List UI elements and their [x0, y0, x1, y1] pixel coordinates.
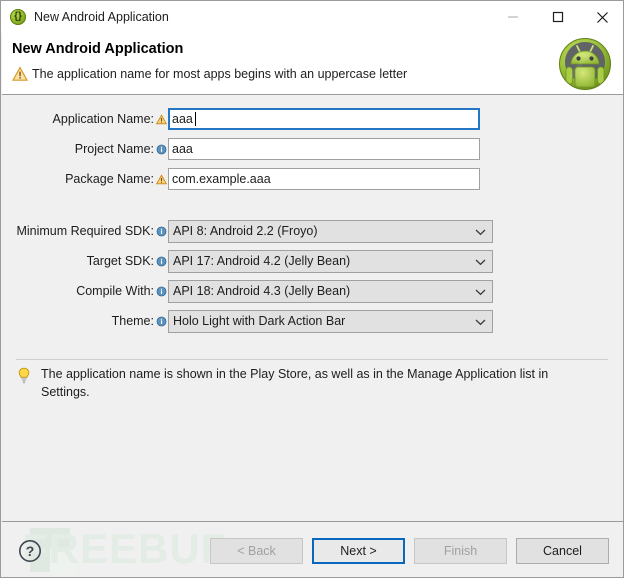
window-title: New Android Application	[34, 10, 169, 24]
next-button[interactable]: Next >	[312, 538, 405, 564]
chevron-down-icon	[475, 281, 486, 304]
watermark-shape-2	[50, 548, 76, 574]
close-button[interactable]	[580, 1, 623, 33]
compile-with-info-icon	[155, 283, 168, 299]
dialog-header: New Android Application The application …	[2, 33, 623, 95]
window-controls	[490, 1, 623, 33]
new-android-application-dialog: New Android Application New Android	[0, 0, 624, 578]
dialog-content: Application Name: Project Name:	[2, 95, 623, 521]
field-row-package-name: Package Name:	[2, 167, 623, 191]
package-name-warning-icon	[155, 171, 168, 187]
window-titlebar: New Android Application	[1, 1, 623, 33]
target-sdk-value: API 17: Android 4.2 (Jelly Bean)	[173, 254, 351, 268]
minimize-icon	[507, 16, 518, 18]
compile-with-dropdown[interactable]: API 18: Android 4.3 (Jelly Bean)	[168, 279, 493, 304]
compile-with-value: API 18: Android 4.3 (Jelly Bean)	[173, 284, 351, 298]
cancel-button[interactable]: Cancel	[516, 538, 609, 564]
field-row-project-name: Project Name:	[2, 137, 623, 161]
minimize-button[interactable]	[490, 1, 535, 33]
back-button[interactable]: < Back	[210, 538, 303, 564]
minimum-required-sdk-dropdown[interactable]: API 8: Android 2.2 (Froyo)	[168, 219, 493, 244]
label-application-name: Application Name:	[52, 112, 154, 126]
java-braces-icon	[10, 8, 26, 25]
question-mark-icon[interactable]: ?	[18, 539, 42, 563]
wizard-button-bar: < Back Next > Finish Cancel	[210, 538, 609, 564]
chevron-down-icon	[475, 221, 486, 244]
maximize-button[interactable]	[535, 1, 580, 33]
text-caret	[195, 112, 196, 126]
project-name-info-icon	[155, 141, 168, 157]
warning-triangle-icon	[12, 66, 28, 81]
label-package-name: Package Name:	[65, 172, 154, 186]
watermark-text: FREEBUF	[22, 525, 228, 572]
chevron-down-icon	[475, 251, 486, 274]
field-row-compile-with: Compile With: API 18: Android 4.3 (Jelly…	[2, 279, 623, 303]
target-sdk-info-icon	[155, 253, 168, 269]
minimum-required-sdk-value: API 8: Android 2.2 (Froyo)	[173, 224, 318, 238]
minimum-required-sdk-info-icon	[155, 223, 168, 239]
dialog-footer: FREEBUF ? < Back Next > Finish Cancel	[2, 521, 623, 577]
application-name-input-wrap	[168, 108, 480, 130]
field-row-minimum-required-sdk: Minimum Required SDK: API 8: Android 2.2…	[2, 219, 623, 243]
hint-separator	[16, 359, 608, 360]
finish-button[interactable]: Finish	[414, 538, 507, 564]
package-name-input[interactable]	[168, 168, 480, 190]
lightbulb-icon	[18, 367, 30, 384]
field-row-target-sdk: Target SDK: API 17: Android 4.2 (Jelly B…	[2, 249, 623, 273]
label-minimum-required-sdk: Minimum Required SDK:	[16, 224, 154, 238]
header-warning-message: The application name for most apps begin…	[32, 67, 408, 81]
application-name-input[interactable]	[168, 108, 480, 130]
theme-value: Holo Light with Dark Action Bar	[173, 314, 346, 328]
chevron-down-icon	[475, 311, 486, 334]
theme-dropdown[interactable]: Holo Light with Dark Action Bar	[168, 309, 493, 334]
label-target-sdk: Target SDK:	[86, 254, 154, 268]
theme-info-icon	[155, 313, 168, 329]
target-sdk-dropdown[interactable]: API 17: Android 4.2 (Jelly Bean)	[168, 249, 493, 274]
close-icon	[597, 11, 608, 23]
svg-text:?: ?	[26, 543, 35, 559]
project-name-input[interactable]	[168, 138, 480, 160]
label-project-name: Project Name:	[74, 142, 154, 156]
label-theme: Theme:	[111, 314, 154, 328]
field-row-theme: Theme: Holo Light with Dark Action Bar	[2, 309, 623, 333]
maximize-icon	[552, 11, 563, 23]
page-title: New Android Application	[12, 41, 184, 57]
field-row-application-name: Application Name:	[2, 107, 623, 131]
application-name-warning-icon	[155, 111, 168, 127]
android-mascot-icon	[559, 38, 611, 90]
label-compile-with: Compile With:	[76, 284, 154, 298]
hint-text: The application name is shown in the Pla…	[41, 367, 549, 399]
